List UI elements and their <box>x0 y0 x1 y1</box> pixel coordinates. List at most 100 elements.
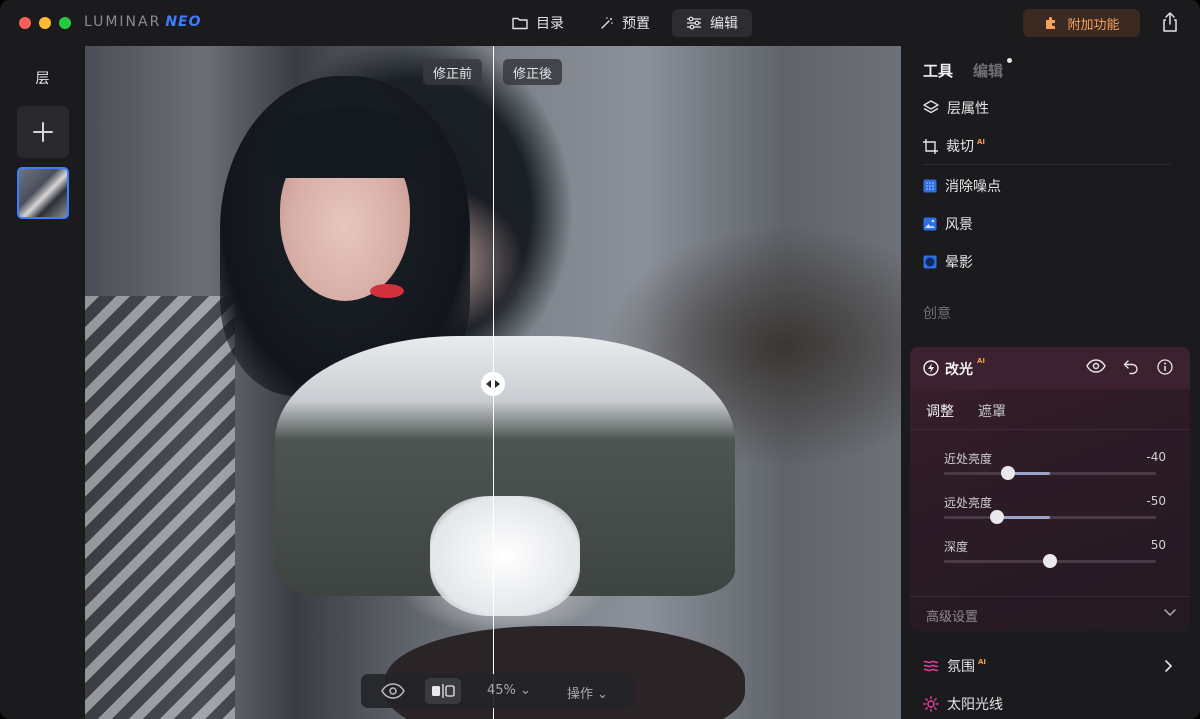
addons-label: 附加功能 <box>1067 17 1120 33</box>
minimize-window-button[interactable] <box>39 17 51 29</box>
tab-tools[interactable]: 工具 <box>923 60 953 81</box>
denoise-icon <box>923 179 937 193</box>
zoom-value: 45% <box>487 683 516 698</box>
compare-toggle-button[interactable] <box>425 678 461 704</box>
slider-value: -40 <box>1146 450 1166 464</box>
slider-knob[interactable] <box>990 510 1004 524</box>
slider-track[interactable] <box>944 466 1156 480</box>
tools-tabs: 工具 编辑 <box>923 58 1013 81</box>
slider-label: 近处亮度 <box>944 452 993 466</box>
slider-knob[interactable] <box>1000 466 1015 480</box>
nav-edit-label: 编辑 <box>710 16 738 32</box>
chevron-down-icon: ⌄ <box>520 683 531 698</box>
eye-icon[interactable] <box>381 683 405 699</box>
addons-button[interactable]: 附加功能 <box>1023 9 1140 37</box>
slider-track[interactable] <box>944 510 1156 524</box>
vignette-icon <box>923 255 937 269</box>
slider-label: 深度 <box>944 540 969 554</box>
chevron-down-icon: ⌄ <box>597 687 609 702</box>
add-layer-button[interactable] <box>17 106 69 158</box>
operations-label: 操作 <box>567 687 594 702</box>
section-creative: 创意 <box>923 306 951 322</box>
tool-crop-label: 裁切 <box>946 139 974 155</box>
nav-catalog[interactable]: 目录 <box>498 9 578 37</box>
nav-presets[interactable]: 预置 <box>586 9 664 37</box>
photo-region <box>430 496 580 616</box>
undo-icon[interactable] <box>1123 359 1139 375</box>
tool-vignette[interactable]: 晕影 <box>923 252 973 272</box>
relight-tool-panel: 改光 AI 调整 遮罩 近处亮度 -40 远处亮度 -50 深度 50 高级设置 <box>910 347 1190 631</box>
top-navigation: 目录 预置 编辑 <box>498 9 752 37</box>
tool-landscape-label: 风景 <box>945 217 973 233</box>
crop-icon <box>923 138 938 154</box>
slider-value: 50 <box>1150 538 1166 552</box>
divider <box>910 596 1190 597</box>
slider-label: 远处亮度 <box>944 496 993 510</box>
lightning-icon <box>923 360 939 376</box>
tool-landscape[interactable]: 风景 <box>923 214 973 234</box>
chevron-right-icon[interactable] <box>1165 660 1173 672</box>
plus-icon <box>33 122 53 142</box>
tool-denoise-label: 消除噪点 <box>945 179 1001 195</box>
tool-sunrays[interactable]: 太阳光线 <box>923 694 1003 714</box>
tool-sunrays-label: 太阳光线 <box>947 697 1003 713</box>
image-canvas[interactable]: 修正前 修正後 45% ⌄ 操作 ⌄ <box>85 46 901 719</box>
nav-presets-label: 预置 <box>622 16 650 32</box>
relight-subtabs: 调整 遮罩 <box>926 401 1006 421</box>
eye-icon[interactable] <box>1086 359 1106 373</box>
ai-badge: AI <box>977 357 986 365</box>
relight-header[interactable]: 改光 AI <box>910 347 1190 389</box>
ai-badge: AI <box>977 138 986 146</box>
share-icon[interactable] <box>1160 11 1180 33</box>
ai-badge: AI <box>978 658 987 666</box>
sliders-icon <box>687 16 701 30</box>
nav-catalog-label: 目录 <box>536 16 564 32</box>
puzzle-icon <box>1046 17 1056 29</box>
tab-edits[interactable]: 编辑 <box>973 58 1013 81</box>
tool-crop[interactable]: 裁切 AI <box>923 136 985 156</box>
operations-dropdown[interactable]: 操作 ⌄ <box>567 683 608 702</box>
slider-value: -50 <box>1146 494 1166 508</box>
app-logo: LUMINAR NEO <box>84 14 202 30</box>
close-window-button[interactable] <box>19 17 31 29</box>
brand-name: LUMINAR <box>84 14 162 30</box>
tool-denoise[interactable]: 消除噪点 <box>923 176 1001 196</box>
tool-layer-properties-label: 层属性 <box>947 101 989 117</box>
tool-layer-properties[interactable]: 层属性 <box>923 98 989 118</box>
folder-icon <box>512 17 528 30</box>
magic-wand-icon <box>601 17 613 29</box>
tab-edits-label: 编辑 <box>973 62 1004 80</box>
slider-fill <box>997 516 1050 519</box>
nav-edit[interactable]: 编辑 <box>672 9 752 37</box>
photo-background-pattern <box>85 296 235 719</box>
tool-atmosphere[interactable]: 氛围 AI <box>923 656 986 676</box>
brand-suffix: NEO <box>165 14 202 30</box>
slider-knob[interactable] <box>1043 554 1057 568</box>
zoom-window-button[interactable] <box>59 17 71 29</box>
layers-title: 层 <box>35 71 50 87</box>
after-label: 修正後 <box>503 59 563 85</box>
subtab-adjust[interactable]: 调整 <box>926 401 954 421</box>
advanced-settings-toggle[interactable]: 高级设置 <box>926 606 978 625</box>
slider-track[interactable] <box>944 554 1156 568</box>
info-icon[interactable] <box>1157 359 1173 375</box>
atmosphere-icon <box>923 660 939 672</box>
tool-atmosphere-label: 氛围 <box>947 659 975 675</box>
photo-region <box>270 108 425 178</box>
relight-title: 改光 <box>945 362 973 378</box>
compare-handle[interactable] <box>481 372 505 396</box>
app-window: LUMINAR NEO 目录 预置 编辑 附加功能 层 修正前 修正後 45% … <box>0 0 1200 719</box>
landscape-icon <box>923 217 937 231</box>
sun-icon <box>923 696 939 712</box>
chevron-down-icon[interactable] <box>1164 609 1176 617</box>
title-bar: LUMINAR NEO 目录 预置 编辑 附加功能 <box>0 0 1200 46</box>
zoom-dropdown[interactable]: 45% ⌄ <box>487 683 531 698</box>
split-arrows-icon <box>486 380 500 388</box>
tool-vignette-label: 晕影 <box>945 255 973 271</box>
view-toolbar: 45% ⌄ 操作 ⌄ <box>361 674 635 708</box>
tools-panel: 工具 编辑 层属性 裁切 AI 消除噪点 风景 晕影 创意 改光 AI 调整 遮… <box>901 46 1200 719</box>
before-label: 修正前 <box>423 59 483 85</box>
layer-thumbnail[interactable] <box>17 167 69 219</box>
subtab-mask[interactable]: 遮罩 <box>978 401 1006 421</box>
divider <box>923 164 1170 165</box>
